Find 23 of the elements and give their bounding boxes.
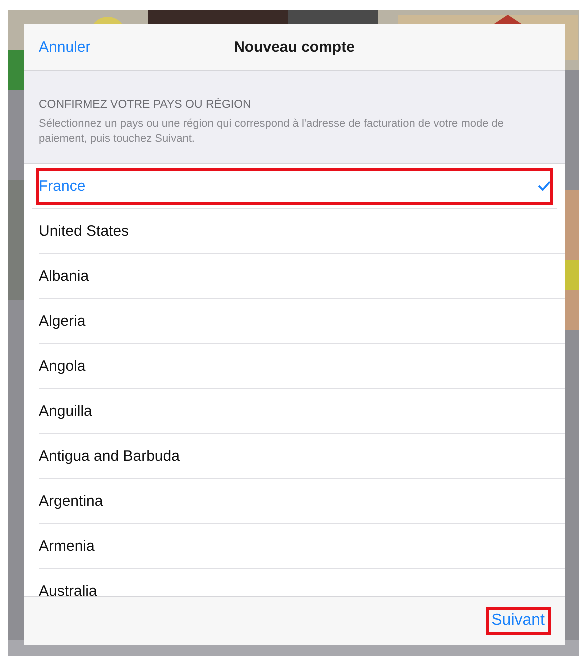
checkmark-icon (538, 181, 551, 191)
country-name: Algeria (39, 312, 87, 330)
country-name: United States (39, 222, 130, 240)
country-name: Australia (39, 582, 98, 596)
section-header: CONFIRMEZ VOTRE PAYS OU RÉGION (39, 99, 252, 111)
country-row[interactable]: Argentina (39, 479, 565, 524)
country-row[interactable]: Albania (39, 254, 565, 299)
country-name: Antigua and Barbuda (39, 448, 181, 464)
country-row[interactable]: Armenia (39, 524, 565, 569)
country-row[interactable]: Angola (39, 344, 565, 389)
country-row[interactable]: France (32, 164, 557, 209)
country-name: Argentina (39, 492, 104, 510)
country-name: Albania (39, 268, 90, 284)
country-name: France (39, 178, 87, 194)
section-note: Sélectionnez un pays ou une région qui correspond à l'adresse de facturation de votre mode de paiement, puis touchez Suivant. (39, 117, 506, 147)
country-name: Anguilla (39, 402, 94, 420)
country-name: Angola (39, 358, 87, 374)
country-name: Armenia (39, 538, 96, 554)
country-row[interactable]: Algeria (39, 299, 565, 344)
country-row[interactable]: Antigua and Barbuda (39, 434, 565, 479)
dialog-title: Nouveau compte (234, 38, 355, 56)
country-row[interactable]: United States (39, 209, 565, 254)
country-row[interactable]: Anguilla (39, 389, 565, 434)
